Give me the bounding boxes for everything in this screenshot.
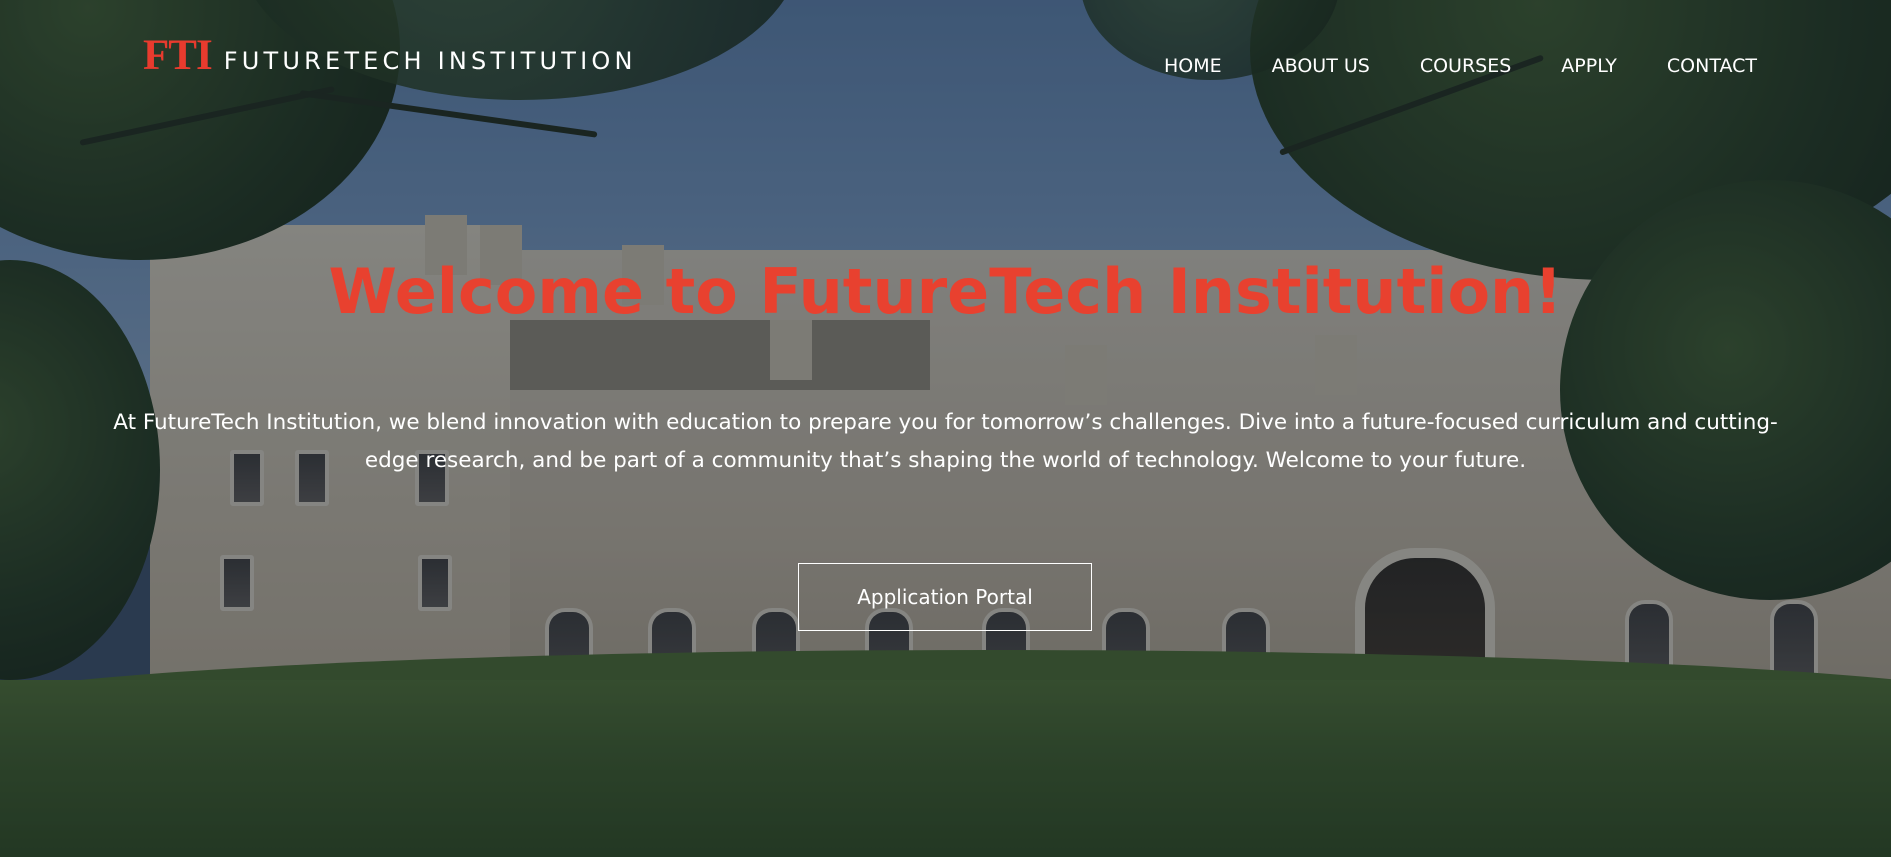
hero-section: FTI FUTURETECH INSTITUTION HOME ABOUT US… — [0, 0, 1891, 857]
nav-contact[interactable]: CONTACT — [1667, 55, 1757, 77]
logo-mark: FTI — [143, 32, 213, 79]
nav-courses[interactable]: COURSES — [1420, 55, 1511, 77]
hero-description: At FutureTech Institution, we blend inno… — [113, 410, 1778, 473]
application-portal-button[interactable]: Application Portal — [798, 563, 1092, 631]
nav-about-us[interactable]: ABOUT US — [1272, 55, 1370, 77]
site-header: FTI FUTURETECH INSTITUTION HOME ABOUT US… — [0, 0, 1891, 120]
main-nav: HOME ABOUT US COURSES APPLY CONTACT — [1164, 55, 1757, 77]
nav-home[interactable]: HOME — [1164, 55, 1222, 77]
logo-text: FUTURETECH INSTITUTION — [223, 47, 637, 75]
nav-apply[interactable]: APPLY — [1561, 55, 1617, 77]
hero-title: Welcome to FutureTech Institution! — [328, 255, 1563, 328]
site-logo[interactable]: FTI FUTURETECH INSTITUTION — [143, 34, 637, 77]
